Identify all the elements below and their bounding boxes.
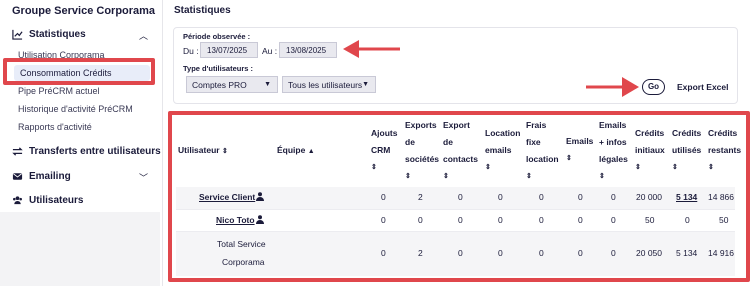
date-to-input[interactable]: 13/08/2025 — [279, 42, 337, 58]
chart-line-icon — [12, 29, 23, 40]
sidebar-section-label: Statistiques — [29, 29, 86, 40]
sidebar-item-pipe-precrm[interactable]: Pipe PréCRM actuel — [18, 86, 100, 96]
chevron-down-icon[interactable]: ﹀ — [139, 171, 148, 184]
caret-down-icon: ▼ — [264, 81, 271, 88]
sidebar: Groupe Service Corporama Statistiques ︿ … — [0, 0, 162, 286]
brand-name: Groupe Service Corporama — [12, 5, 156, 17]
page-title: Statistiques — [174, 5, 231, 16]
sidebar-section-emailing[interactable]: Emailing — [12, 171, 71, 182]
swap-arrows-icon — [12, 147, 23, 156]
envelope-icon — [12, 173, 23, 180]
sidebar-footer-area — [0, 212, 160, 286]
sidebar-section-label: Utilisateurs — [29, 195, 84, 206]
sidebar-section-utilisateurs[interactable]: Utilisateurs — [12, 195, 83, 206]
user-type-select[interactable]: Comptes PRO ▼ — [186, 76, 278, 93]
sidebar-section-transferts[interactable]: Transferts entre utilisateurs — [12, 146, 161, 157]
from-label: Du : — [183, 46, 199, 56]
users-select[interactable]: Tous les utilisateurs ▼ — [282, 76, 376, 93]
annotation-box-table — [168, 111, 750, 282]
annotation-arrow-go — [586, 77, 639, 97]
users-icon — [13, 196, 22, 205]
go-button[interactable]: Go — [642, 79, 665, 95]
annotation-arrow-dates — [343, 40, 400, 58]
user-type-label: Type d'utilisateurs : — [183, 64, 253, 73]
to-label: Au : — [262, 46, 278, 56]
users-value: Tous les utilisateurs — [288, 80, 363, 90]
sidebar-section-statistiques[interactable]: Statistiques — [12, 29, 86, 40]
user-type-value: Comptes PRO — [192, 80, 247, 90]
sidebar-section-label: Transferts entre utilisateurs — [29, 146, 161, 157]
annotation-box-sidebar — [3, 58, 155, 85]
app-root: Groupe Service Corporama Statistiques ︿ … — [0, 0, 755, 286]
chevron-up-icon[interactable]: ︿ — [139, 29, 148, 42]
period-label: Période observée : — [183, 32, 251, 41]
sidebar-item-historique[interactable]: Historique d'activité PréCRM — [18, 104, 133, 114]
sidebar-item-rapports[interactable]: Rapports d'activité — [18, 122, 92, 132]
sidebar-divider — [162, 0, 163, 286]
caret-down-icon: ▼ — [362, 81, 369, 88]
sidebar-section-label: Emailing — [29, 171, 71, 182]
date-from-input[interactable]: 13/07/2025 — [200, 42, 258, 58]
export-excel-link[interactable]: Export Excel — [677, 82, 729, 92]
